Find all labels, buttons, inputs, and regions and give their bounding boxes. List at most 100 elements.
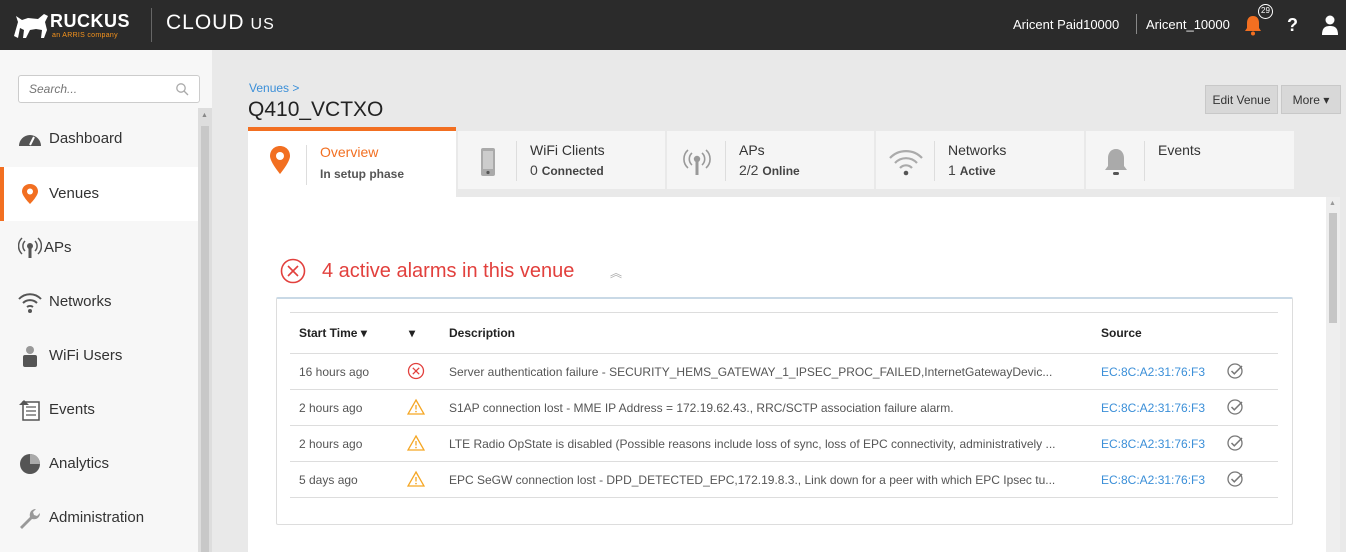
more-button-label: More — [1292, 92, 1320, 107]
table-row[interactable]: 16 hours ago Server authentication failu… — [290, 353, 1278, 389]
tab-count: 0 Connected — [530, 162, 604, 178]
access-point-icon — [683, 149, 711, 175]
tab-count-value: 0 — [530, 162, 538, 178]
product-name: CLOUD US — [166, 11, 275, 35]
sort-caret-icon: ▾ — [360, 326, 367, 340]
alarm-time: 5 days ago — [299, 473, 358, 487]
column-start-time[interactable]: Start Time ▾ — [299, 326, 367, 340]
search-icon[interactable] — [175, 82, 189, 96]
table-row[interactable]: 5 days ago EPC SeGW connection lost - DP… — [290, 461, 1278, 497]
bell-icon — [1105, 149, 1127, 175]
acknowledge-check-icon[interactable] — [1226, 434, 1244, 452]
top-bar: RUCKUS an ARRIS company CLOUD US Aricent … — [0, 0, 1346, 50]
tab-title: Overview — [320, 144, 379, 160]
breadcrumb[interactable]: Venues > — [249, 81, 299, 95]
tab-title: Events — [1158, 142, 1201, 158]
content-scrollbar[interactable]: ▲ — [1326, 197, 1340, 552]
logo-tagline: an ARRIS company — [52, 32, 118, 39]
tab-divider — [516, 141, 517, 181]
sidebar-item-analytics[interactable]: Analytics — [0, 437, 198, 491]
sidebar-item-venues[interactable]: Venues — [0, 167, 198, 221]
analytics-icon — [20, 454, 40, 474]
alarm-time: 16 hours ago — [299, 365, 370, 379]
sidebar-item-label: Analytics — [49, 455, 110, 472]
sidebar-scrollbar[interactable]: ▲ — [198, 108, 212, 552]
account-name[interactable]: Aricent Paid10000 — [1013, 17, 1119, 32]
warning-icon — [407, 398, 425, 415]
tab-count-value: 2/2 — [739, 162, 759, 178]
scroll-up-arrow-icon[interactable]: ▲ — [1329, 200, 1336, 207]
column-source[interactable]: Source — [1101, 326, 1142, 340]
column-severity-sort-icon[interactable]: ▾ — [409, 326, 415, 340]
alarm-description: S1AP connection lost - MME IP Address = … — [449, 401, 954, 415]
location-pin-icon — [22, 184, 38, 204]
alarm-source-link[interactable]: EC:8C:A2:31:76:F3 — [1101, 473, 1205, 487]
sidebar-item-label: Administration — [49, 509, 145, 526]
warning-icon — [407, 470, 425, 487]
ruckus-logo[interactable]: RUCKUS an ARRIS company — [12, 6, 138, 44]
wifi-icon — [18, 293, 42, 313]
table-top-border — [290, 312, 1278, 313]
acknowledge-check-icon[interactable] — [1226, 362, 1244, 380]
critical-alarm-icon — [280, 258, 306, 284]
scrollbar-thumb[interactable] — [1329, 213, 1337, 323]
account-id[interactable]: Aricent_10000 — [1146, 17, 1230, 32]
alarm-time: 2 hours ago — [299, 401, 363, 415]
wrench-icon — [20, 509, 40, 529]
tab-title: Networks — [948, 142, 1007, 158]
tab-count-unit: Connected — [541, 164, 604, 178]
sidebar-item-aps[interactable]: APs — [0, 221, 198, 275]
tab-count: 1 Active — [948, 162, 996, 178]
tab-overview[interactable]: Overview In setup phase — [248, 127, 456, 197]
scrollbar-thumb[interactable] — [201, 126, 209, 552]
help-icon[interactable]: ? — [1287, 15, 1298, 36]
acknowledge-check-icon[interactable] — [1226, 398, 1244, 416]
dog-logo-icon — [14, 14, 48, 38]
alarm-source-link[interactable]: EC:8C:A2:31:76:F3 — [1101, 437, 1205, 451]
alarm-source-link[interactable]: EC:8C:A2:31:76:F3 — [1101, 365, 1205, 379]
column-description[interactable]: Description — [449, 326, 515, 340]
sidebar-item-label: Dashboard — [49, 130, 123, 147]
tab-wifi-clients[interactable]: WiFi Clients 0 Connected — [458, 131, 665, 189]
access-point-icon — [18, 237, 42, 258]
table-row[interactable]: 2 hours ago S1AP connection lost - MME I… — [290, 389, 1278, 425]
tab-divider — [725, 141, 726, 181]
edit-venue-button[interactable]: Edit Venue — [1205, 85, 1278, 114]
sidebar-search[interactable] — [18, 75, 200, 103]
page-title: Q410_VCTXO — [248, 98, 384, 121]
events-icon — [19, 400, 40, 421]
search-input[interactable] — [29, 82, 169, 96]
sidebar: Dashboard Venues APs Networks — [0, 50, 212, 552]
tab-aps[interactable]: APs 2/2 Online — [667, 131, 874, 189]
warning-icon — [407, 434, 425, 451]
sidebar-item-wifi-users[interactable]: WiFi Users — [0, 329, 198, 383]
chevron-down-icon: ▾ — [1323, 92, 1330, 107]
sidebar-item-label: Networks — [49, 293, 112, 310]
sidebar-item-dashboard[interactable]: Dashboard — [0, 112, 198, 166]
region-label: US — [250, 16, 275, 33]
notification-count-badge: 29 — [1258, 4, 1273, 19]
alarm-time: 2 hours ago — [299, 437, 363, 451]
tab-divider — [1144, 141, 1145, 181]
user-profile-icon[interactable] — [1322, 14, 1338, 36]
collapse-chevron-icon[interactable]: ︽ — [610, 264, 622, 281]
sidebar-item-networks[interactable]: Networks — [0, 275, 198, 329]
sidebar-item-administration[interactable]: Administration — [0, 491, 198, 545]
tab-events[interactable]: Events — [1086, 131, 1294, 189]
tab-networks[interactable]: Networks 1 Active — [876, 131, 1084, 189]
more-button[interactable]: More ▾ — [1281, 85, 1341, 114]
product-label: CLOUD — [166, 11, 245, 34]
location-pin-icon — [270, 146, 290, 174]
tab-count-value: 1 — [948, 162, 956, 178]
acknowledge-check-icon[interactable] — [1226, 470, 1244, 488]
alarm-source-link[interactable]: EC:8C:A2:31:76:F3 — [1101, 401, 1205, 415]
account-divider — [1136, 14, 1137, 34]
table-bottom-border — [290, 497, 1278, 498]
users-icon — [23, 346, 37, 367]
alarm-count-heading: 4 active alarms in this venue — [322, 260, 575, 282]
tab-count-unit: Online — [762, 164, 800, 178]
tab-title: WiFi Clients — [530, 142, 605, 158]
scroll-up-arrow-icon[interactable]: ▲ — [201, 112, 208, 119]
table-row[interactable]: 2 hours ago LTE Radio OpState is disable… — [290, 425, 1278, 461]
sidebar-item-events[interactable]: Events — [0, 383, 198, 437]
